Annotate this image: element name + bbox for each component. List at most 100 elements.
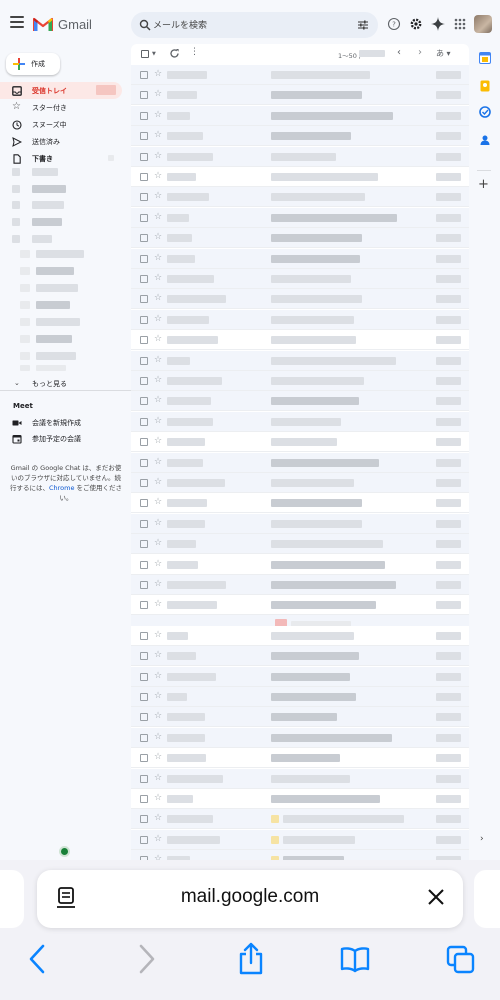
email-row-checkbox[interactable] bbox=[140, 315, 148, 324]
star-icon[interactable]: ☆ bbox=[154, 313, 162, 325]
star-icon[interactable]: ☆ bbox=[154, 690, 162, 702]
star-icon[interactable]: ☆ bbox=[154, 710, 162, 722]
share-icon[interactable] bbox=[236, 942, 266, 976]
star-icon[interactable]: ☆ bbox=[154, 537, 162, 549]
email-row-checkbox[interactable] bbox=[140, 213, 148, 222]
search-bar[interactable]: メールを検索 bbox=[131, 12, 378, 38]
star-icon[interactable]: ☆ bbox=[154, 833, 162, 845]
nav-item-sent[interactable]: 送信済み bbox=[0, 133, 122, 150]
search-icon[interactable] bbox=[139, 19, 151, 31]
apps-grid-icon[interactable] bbox=[453, 17, 467, 31]
email-row-checkbox[interactable] bbox=[140, 835, 148, 844]
email-row[interactable]: ☆ bbox=[131, 65, 469, 85]
contacts-app-icon[interactable] bbox=[479, 134, 491, 146]
chat-status-icon[interactable] bbox=[59, 846, 70, 857]
star-icon[interactable]: ☆ bbox=[154, 231, 162, 243]
email-row[interactable]: ☆ bbox=[131, 248, 469, 269]
email-row-checkbox[interactable] bbox=[140, 733, 148, 742]
email-row[interactable]: ☆ bbox=[131, 748, 469, 769]
address-bar[interactable]: mail.google.com bbox=[37, 870, 463, 928]
star-icon[interactable]: ☆ bbox=[154, 211, 162, 223]
email-row[interactable]: ☆ bbox=[131, 768, 469, 789]
star-icon[interactable]: ☆ bbox=[154, 150, 162, 162]
email-row[interactable]: ☆ bbox=[131, 452, 469, 473]
email-row[interactable]: ☆ bbox=[131, 534, 469, 555]
email-row[interactable]: ☆ bbox=[131, 493, 469, 514]
email-row[interactable]: ☆ bbox=[131, 829, 469, 850]
compose-button[interactable]: 作成 bbox=[6, 53, 60, 75]
keep-app-icon[interactable] bbox=[479, 80, 491, 92]
email-row[interactable]: ☆ bbox=[131, 105, 469, 126]
star-icon[interactable]: ☆ bbox=[154, 333, 162, 345]
email-row-checkbox[interactable] bbox=[140, 193, 148, 202]
email-row-checkbox[interactable] bbox=[140, 295, 148, 304]
email-row[interactable]: ☆ bbox=[131, 687, 469, 707]
email-row-checkbox[interactable] bbox=[140, 499, 148, 508]
email-row-checkbox[interactable] bbox=[140, 631, 148, 640]
email-row-checkbox[interactable] bbox=[140, 91, 148, 100]
email-row-checkbox[interactable] bbox=[140, 560, 148, 569]
star-icon[interactable]: ☆ bbox=[154, 578, 162, 590]
meet-new-meeting[interactable]: 会議を新規作成 bbox=[0, 414, 122, 431]
email-row[interactable]: ☆ bbox=[131, 727, 469, 748]
email-row[interactable]: ☆ bbox=[131, 411, 469, 432]
email-row-checkbox[interactable] bbox=[140, 581, 148, 589]
email-row[interactable]: ☆ bbox=[131, 228, 469, 249]
star-icon[interactable]: ☆ bbox=[154, 109, 162, 121]
star-icon[interactable]: ☆ bbox=[154, 476, 162, 488]
star-icon[interactable]: ☆ bbox=[154, 435, 162, 447]
email-row[interactable]: ☆ bbox=[131, 146, 469, 167]
gemini-sparkle-icon[interactable] bbox=[431, 17, 445, 31]
email-row-checkbox[interactable] bbox=[140, 519, 148, 528]
star-icon[interactable]: ☆ bbox=[154, 272, 162, 284]
email-row[interactable]: ☆ bbox=[131, 789, 469, 809]
star-icon[interactable]: ☆ bbox=[154, 394, 162, 406]
email-row-checkbox[interactable] bbox=[140, 234, 148, 243]
more-options-icon[interactable]: ⋮ bbox=[190, 48, 199, 57]
email-row-checkbox[interactable] bbox=[140, 173, 148, 181]
email-row-checkbox[interactable] bbox=[140, 254, 148, 263]
star-icon[interactable]: ☆ bbox=[154, 415, 162, 427]
forward-arrow-icon[interactable] bbox=[131, 942, 161, 976]
email-row[interactable]: ☆ bbox=[131, 309, 469, 330]
email-row[interactable]: ☆ bbox=[131, 289, 469, 310]
email-row[interactable]: ☆ bbox=[131, 371, 469, 391]
email-row[interactable]: ☆ bbox=[131, 85, 469, 106]
star-icon[interactable]: ☆ bbox=[154, 496, 162, 508]
star-icon[interactable]: ☆ bbox=[154, 751, 162, 763]
close-icon[interactable] bbox=[426, 887, 446, 907]
email-row[interactable]: ☆ bbox=[131, 269, 469, 289]
email-row-checkbox[interactable] bbox=[140, 356, 148, 365]
nav-item-starred[interactable]: ☆ スター付き bbox=[0, 99, 122, 116]
email-row[interactable]: ☆ bbox=[131, 126, 469, 147]
email-row[interactable]: ☆ bbox=[131, 513, 469, 534]
star-icon[interactable]: ☆ bbox=[154, 731, 162, 743]
email-row-checkbox[interactable] bbox=[140, 601, 148, 610]
email-row-checkbox[interactable] bbox=[140, 713, 148, 722]
account-avatar[interactable] bbox=[474, 15, 492, 33]
email-row-checkbox[interactable] bbox=[140, 152, 148, 161]
back-arrow-icon[interactable] bbox=[23, 942, 53, 976]
email-row[interactable]: ☆ bbox=[131, 432, 469, 453]
tasks-app-icon[interactable] bbox=[479, 106, 491, 118]
email-row[interactable]: ☆ bbox=[131, 350, 469, 371]
email-row-checkbox[interactable] bbox=[140, 111, 148, 120]
nav-item-drafts[interactable]: 下書き bbox=[0, 150, 122, 167]
email-row[interactable]: ☆ bbox=[131, 707, 469, 728]
email-row-checkbox[interactable] bbox=[140, 458, 148, 467]
url-text[interactable]: mail.google.com bbox=[37, 886, 463, 908]
nav-item-inbox[interactable]: 受信トレイ bbox=[0, 82, 122, 99]
expand-panel-chevron-icon[interactable]: › bbox=[480, 834, 484, 844]
search-input[interactable]: メールを検索 bbox=[153, 18, 207, 31]
email-row-checkbox[interactable] bbox=[140, 132, 148, 141]
meet-join-meeting[interactable]: 参加予定の会議 bbox=[0, 430, 122, 447]
star-icon[interactable]: ☆ bbox=[154, 129, 162, 141]
star-icon[interactable]: ☆ bbox=[154, 292, 162, 304]
star-icon[interactable]: ☆ bbox=[154, 190, 162, 202]
star-icon[interactable]: ☆ bbox=[154, 792, 162, 804]
email-row[interactable]: ☆ bbox=[131, 595, 469, 616]
star-icon[interactable]: ☆ bbox=[154, 772, 162, 784]
email-row-checkbox[interactable] bbox=[140, 479, 148, 487]
email-row-checkbox[interactable] bbox=[140, 417, 148, 426]
chrome-link[interactable]: Chrome bbox=[49, 484, 75, 492]
